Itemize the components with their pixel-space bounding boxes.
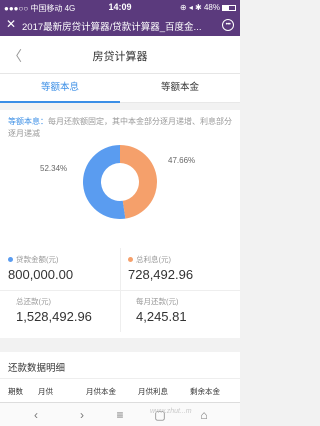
nav-title: 房贷计算器 — [92, 51, 148, 63]
browser-toolbar: ‹ › ≡ ▢ ⌂ — [0, 402, 240, 426]
watermark: www.zhut...m — [150, 408, 192, 415]
schedule-section: 还款数据明细 期数 月供 月供本金 月供利息 剩余本金 — [0, 352, 240, 402]
loan-label: 贷款金额(元) — [16, 255, 59, 264]
tab-equal-installment[interactable]: 等额本息 — [0, 74, 120, 103]
repayment-tabs: 等额本息 等额本金 — [0, 74, 240, 103]
col-remaining: 剩余本金 — [190, 387, 220, 396]
donut-chart — [82, 145, 157, 219]
status-bar: ●●●○○ 中国移动 4G 14:09 ⊕ ◂ ✱ 48% — [0, 0, 240, 14]
interest-dot-icon — [128, 257, 133, 262]
total-label: 总还款(元) — [16, 297, 51, 306]
more-options-icon[interactable]: ••• — [222, 19, 234, 31]
status-indicators: ⊕ ◂ ✱ 48% — [180, 3, 236, 12]
battery-icon — [222, 5, 236, 11]
col-payment: 月供 — [38, 387, 53, 396]
pie-label-loan: 52.34% — [40, 164, 68, 173]
pie-slice-loan — [82, 145, 126, 219]
schedule-title: 还款数据明细 — [8, 363, 66, 374]
loan-dot-icon — [8, 257, 13, 262]
stat-total: 总还款(元) 1,528,492.96 — [16, 296, 92, 324]
total-value: 1,528,492.96 — [16, 309, 92, 324]
interest-value: 728,492.96 — [128, 267, 194, 282]
stat-interest: 总利息(元) 728,492.96 — [128, 254, 193, 282]
method-description: 等额本息：每月还款额固定，其中本金部分逐月递增、利息部分逐月递减 — [8, 116, 234, 140]
nav-bar: 〈 房贷计算器 — [0, 36, 240, 74]
schedule-divider — [0, 378, 240, 379]
pie-slice-interest — [120, 145, 157, 219]
menu-icon[interactable]: ≡ — [110, 406, 130, 424]
stat-monthly: 每月还款(元) 4,245.81 — [136, 296, 187, 324]
col-period: 期数 — [8, 387, 23, 396]
page-title: 2017最新房贷计算器/贷款计算器_百度金... — [22, 22, 202, 33]
close-icon[interactable]: ✕ — [6, 17, 16, 31]
browser-back-icon[interactable]: ‹ — [26, 406, 46, 424]
loan-value: 800,000.00 — [8, 267, 74, 282]
stat-loan: 贷款金额(元) 800,000.00 — [8, 254, 73, 282]
monthly-value: 4,245.81 — [136, 309, 187, 324]
pie-label-interest: 47.66% — [168, 156, 196, 165]
browser-forward-icon[interactable]: › — [72, 406, 92, 424]
browser-title-bar: ✕ 2017最新房贷计算器/贷款计算器_百度金... ••• — [0, 14, 240, 36]
tab-equal-principal[interactable]: 等额本金 — [120, 74, 240, 103]
stats-divider-horizontal — [0, 290, 240, 291]
interest-label: 总利息(元) — [136, 255, 171, 264]
col-principal: 月供本金 — [86, 387, 116, 396]
monthly-label: 每月还款(元) — [136, 297, 179, 306]
description-key: 等额本息： — [8, 117, 48, 126]
home-icon[interactable]: ⌂ — [194, 406, 214, 424]
col-interest: 月供利息 — [138, 387, 168, 396]
